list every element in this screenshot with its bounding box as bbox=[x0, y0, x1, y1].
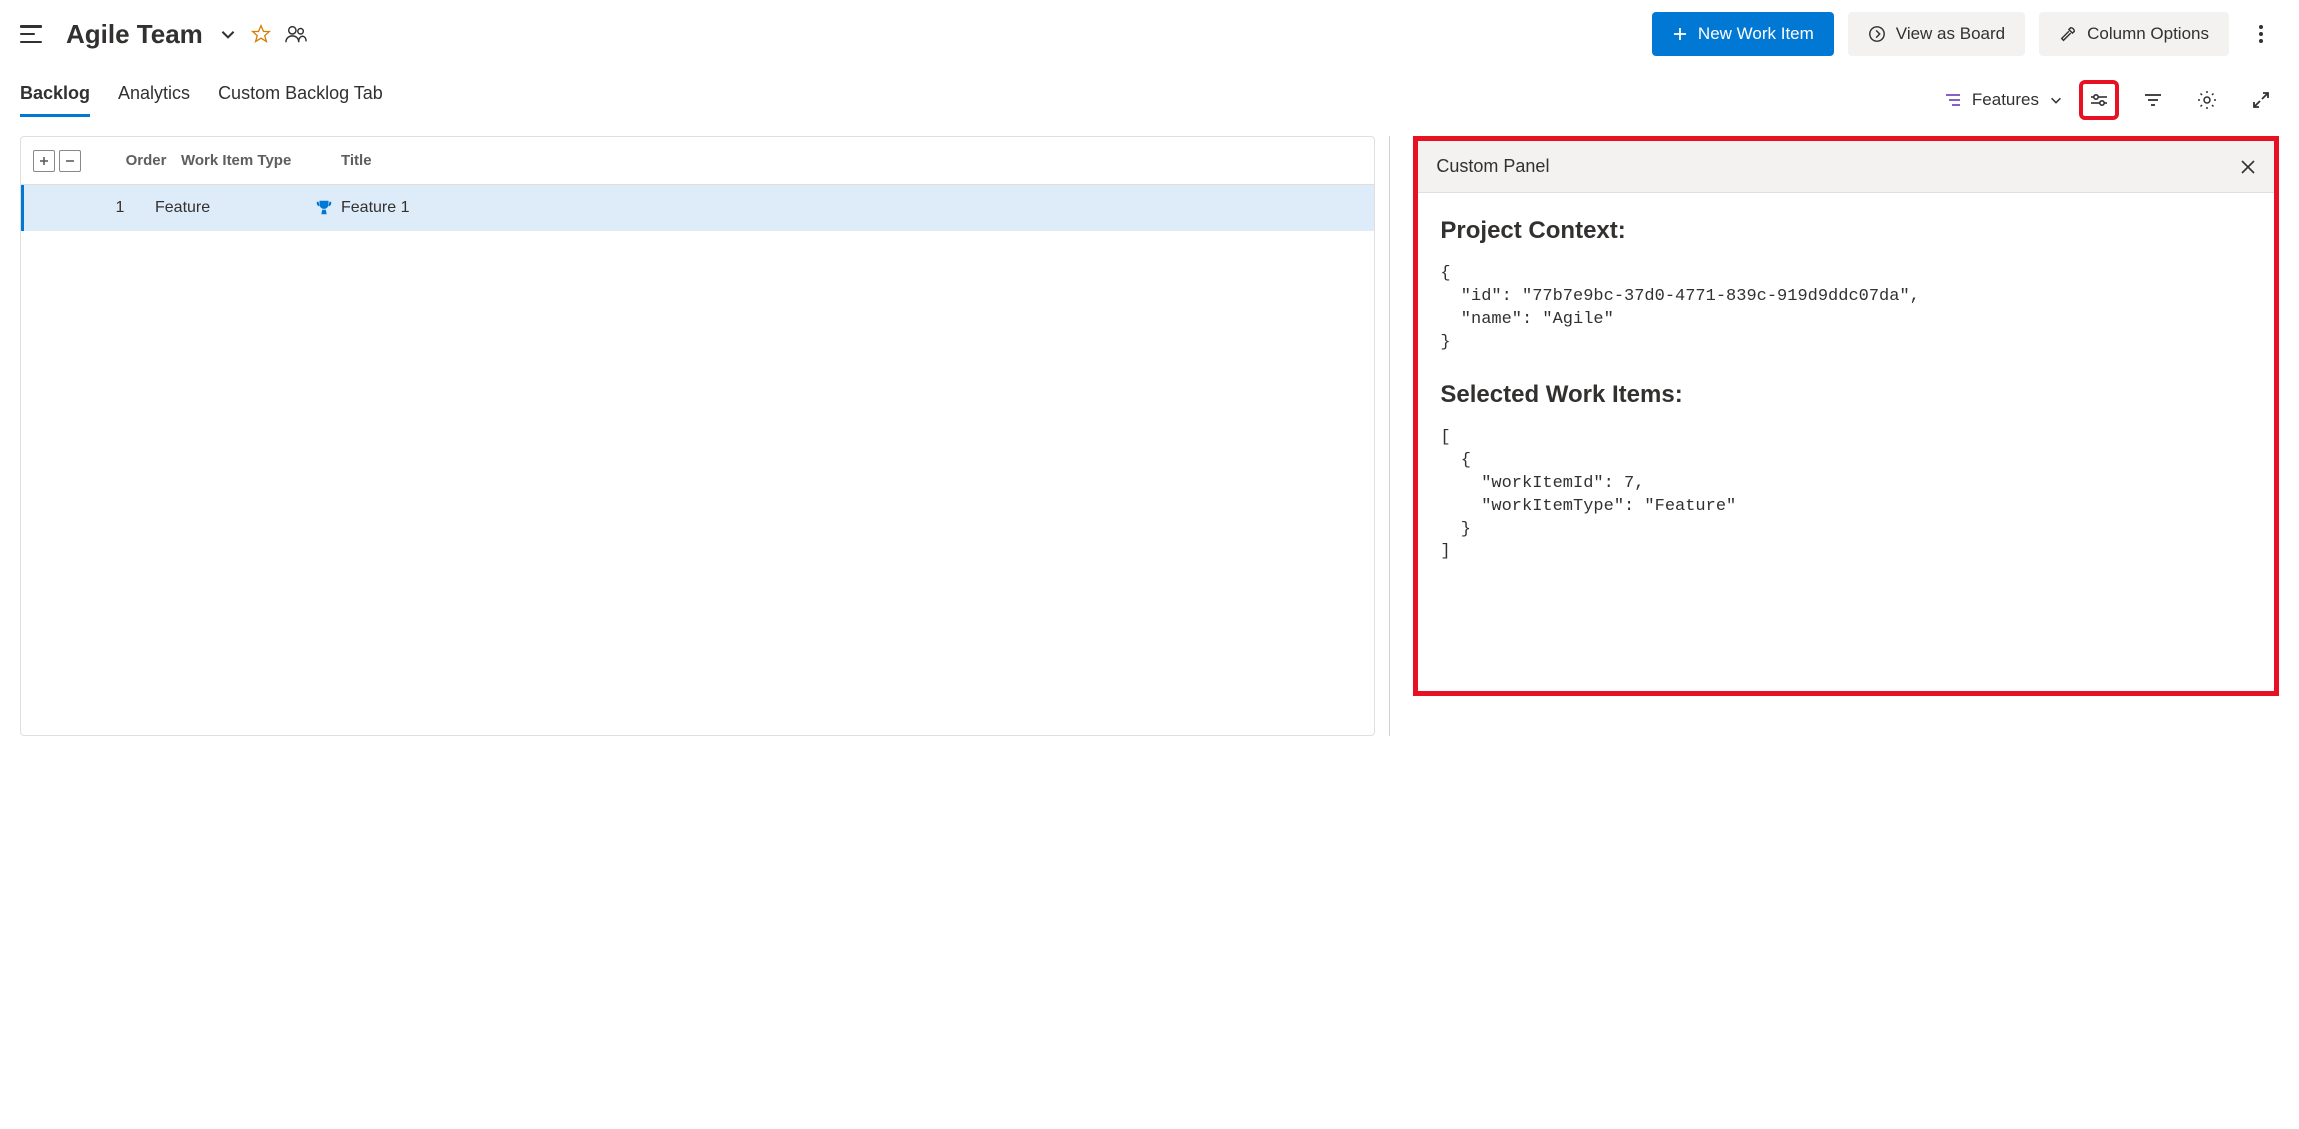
plus-icon bbox=[1672, 26, 1688, 42]
tab-backlog[interactable]: Backlog bbox=[20, 83, 90, 117]
expand-all-button[interactable] bbox=[33, 150, 55, 172]
column-header-title[interactable]: Title bbox=[341, 152, 1374, 169]
panel-body: Project Context: { "id": "77b7e9bc-37d0-… bbox=[1418, 193, 2274, 588]
panel-title: Custom Panel bbox=[1436, 156, 1549, 177]
arrow-circle-icon bbox=[1868, 25, 1886, 43]
cell-type: Feature bbox=[155, 199, 315, 217]
right-toolbar: Features bbox=[1944, 82, 2279, 118]
settings-gear-icon[interactable] bbox=[2189, 82, 2225, 118]
team-members-icon[interactable] bbox=[285, 24, 307, 44]
content-area: Order Work Item Type Title 1 Feature Fea… bbox=[0, 118, 2299, 736]
side-panel-area: Custom Panel Project Context: { "id": "7… bbox=[1413, 136, 2279, 736]
tab-custom-backlog[interactable]: Custom Backlog Tab bbox=[218, 83, 383, 117]
selected-workitems-json: [ { "workItemId": 7, "workItemType": "Fe… bbox=[1440, 427, 2252, 565]
new-work-item-button[interactable]: New Work Item bbox=[1652, 12, 1834, 56]
backlog-level-selector[interactable]: Features bbox=[1944, 90, 2063, 110]
panel-header: Custom Panel bbox=[1418, 141, 2274, 193]
favorite-star-icon[interactable] bbox=[251, 24, 271, 44]
column-options-label: Column Options bbox=[2087, 24, 2209, 44]
selected-workitems-heading: Selected Work Items: bbox=[1440, 381, 2252, 409]
column-header-type[interactable]: Work Item Type bbox=[181, 152, 341, 169]
page-header: Agile Team New Work Item View as Board C… bbox=[0, 0, 2299, 64]
project-context-json: { "id": "77b7e9bc-37d0-4771-839c-919d9dd… bbox=[1440, 263, 2252, 355]
feature-trophy-icon bbox=[315, 199, 333, 217]
cell-title: Feature 1 bbox=[315, 199, 1374, 217]
table-row[interactable]: 1 Feature Feature 1 bbox=[21, 185, 1374, 231]
custom-panel: Custom Panel Project Context: { "id": "7… bbox=[1413, 136, 2279, 696]
cell-title-text: Feature 1 bbox=[341, 199, 409, 217]
team-chevron-down-icon[interactable] bbox=[219, 25, 237, 43]
column-options-button[interactable]: Column Options bbox=[2039, 12, 2229, 56]
level-lines-icon bbox=[1944, 93, 1962, 107]
new-work-item-label: New Work Item bbox=[1698, 24, 1814, 44]
hamburger-icon[interactable] bbox=[20, 25, 42, 43]
backlog-grid: Order Work Item Type Title 1 Feature Fea… bbox=[20, 136, 1375, 736]
tabs-toolbar: Backlog Analytics Custom Backlog Tab Fea… bbox=[0, 64, 2299, 118]
project-context-heading: Project Context: bbox=[1440, 217, 2252, 245]
backlog-level-label: Features bbox=[1972, 90, 2039, 110]
view-as-board-button[interactable]: View as Board bbox=[1848, 12, 2025, 56]
column-header-order[interactable]: Order bbox=[111, 152, 181, 169]
custom-panel-toggle-button[interactable] bbox=[2081, 82, 2117, 118]
close-icon[interactable] bbox=[2240, 159, 2256, 175]
chevron-down-icon bbox=[2049, 93, 2063, 107]
splitter-handle[interactable] bbox=[1389, 136, 1390, 736]
tab-analytics[interactable]: Analytics bbox=[118, 83, 190, 117]
fullscreen-icon[interactable] bbox=[2243, 82, 2279, 118]
team-name: Agile Team bbox=[66, 19, 203, 50]
view-as-board-label: View as Board bbox=[1896, 24, 2005, 44]
more-actions-button[interactable] bbox=[2243, 16, 2279, 52]
tab-list: Backlog Analytics Custom Backlog Tab bbox=[20, 83, 383, 117]
collapse-all-button[interactable] bbox=[59, 150, 81, 172]
grid-header-row: Order Work Item Type Title bbox=[21, 137, 1374, 185]
wrench-icon bbox=[2059, 25, 2077, 43]
filter-icon[interactable] bbox=[2135, 82, 2171, 118]
cell-order: 1 bbox=[85, 199, 155, 217]
